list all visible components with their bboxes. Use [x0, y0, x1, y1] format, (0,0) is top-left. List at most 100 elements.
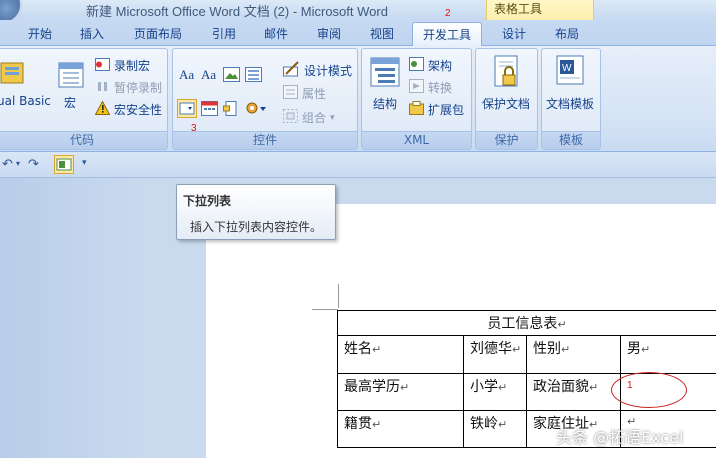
tab-references[interactable]: 引用 — [212, 25, 236, 42]
expansion-pack-icon — [409, 101, 424, 118]
document-template-icon: W — [556, 55, 586, 90]
lock-document-icon — [494, 55, 520, 92]
expansion-pack-button[interactable]: 扩展包 — [409, 101, 464, 118]
table-cell[interactable]: 政治面貌↵ — [526, 373, 621, 411]
tab-page-layout[interactable]: 页面布局 — [134, 25, 182, 42]
cell-text: 最高学历 — [344, 379, 400, 395]
transform-button[interactable]: 转换 — [409, 79, 452, 96]
schema-button[interactable]: 架构 — [409, 57, 452, 74]
margin-guide-vertical — [338, 284, 339, 308]
table-row: 姓名↵ 刘德华↵ 性别↵ 男↵ — [337, 335, 716, 374]
table-cell[interactable]: 姓名↵ — [337, 335, 464, 374]
visual-basic-button[interactable]: ual Basic — [0, 94, 51, 108]
group-label-code: 代码 — [0, 131, 167, 149]
rich-text-control-icon[interactable]: Aa — [179, 67, 194, 83]
tooltip: 下拉列表 插入下拉列表内容控件。 — [176, 184, 336, 240]
cell-text: 小学 — [470, 379, 498, 395]
table-cell[interactable]: 最高学历↵ — [337, 373, 464, 411]
group-label-protect: 保护 — [476, 131, 537, 149]
plain-text-control-icon[interactable]: Aa — [201, 67, 216, 83]
building-block-icon[interactable] — [245, 67, 262, 85]
group-button[interactable]: 组合 ▾ — [283, 109, 335, 126]
dropdown-list-control-icon[interactable] — [177, 99, 197, 121]
group-code: ual Basic 宏 录制宏 暂停录制 宏安全性 代码 — [0, 48, 168, 150]
table-cell[interactable]: 刘德华↵ — [463, 335, 527, 374]
title-bar: 新建 Microsoft Office Word 文档 (2) - Micros… — [0, 0, 716, 24]
redo-icon[interactable]: ↷ — [28, 157, 39, 172]
schema-label: 架构 — [428, 59, 453, 73]
cell-text: 铁岭 — [470, 416, 498, 432]
quick-access-toolbar: ↶ ▾ ↷ ▾ — [0, 152, 716, 178]
table-caption[interactable]: 员工信息表↵ — [336, 310, 716, 336]
watermark: 头条 @拓语Excel — [556, 428, 684, 447]
transform-icon — [409, 79, 424, 96]
pause-recording-label: 暂停录制 — [114, 81, 163, 95]
cell-text: 政治面貌 — [533, 379, 589, 395]
tab-review[interactable]: 审阅 — [317, 25, 341, 42]
group-label-xml: XML — [362, 131, 471, 149]
undo-icon[interactable]: ↶ — [2, 157, 13, 172]
structure-button[interactable]: 结构 — [373, 95, 397, 112]
properties-label: 属性 — [302, 87, 327, 101]
custom-qat-control-icon[interactable] — [54, 155, 74, 177]
legacy-forms-dropdown-icon[interactable] — [245, 101, 267, 119]
tab-developer[interactable]: 开发工具 — [412, 22, 483, 47]
group-protect: 保护文档 保护 — [475, 48, 538, 150]
table-cell[interactable]: 铁岭↵ — [463, 410, 527, 448]
margin-guide-horizontal — [312, 309, 338, 310]
annotation-marker-2: 2 — [445, 8, 451, 19]
table-cell[interactable]: 性别↵ — [526, 335, 621, 374]
tooltip-title: 下拉列表 — [183, 194, 232, 208]
macros-icon — [57, 61, 85, 92]
group-templates: W 文档模板 模板 — [541, 48, 601, 150]
window-title: 新建 Microsoft Office Word 文档 (2) - Micros… — [86, 4, 388, 19]
schema-icon — [409, 57, 424, 74]
protect-document-button[interactable]: 保护文档 — [482, 95, 530, 112]
cell-text: 刘德华 — [470, 341, 512, 357]
table-cell[interactable]: 男↵ — [619, 335, 716, 374]
legacy-tools-icon[interactable] — [223, 101, 240, 119]
macro-security-label: 宏安全性 — [114, 103, 163, 117]
ribbon-tabs: 开始 插入 页面布局 引用 邮件 审阅 视图 开发工具 设计 布局 — [0, 20, 716, 47]
table-cell[interactable]: 小学↵ — [463, 373, 527, 411]
design-mode-icon — [283, 61, 300, 80]
table-cell[interactable]: 籍贯↵ — [337, 410, 464, 448]
group-controls: Aa Aa 3 设计模式 属性 组合 ▾ 控件 — [172, 48, 358, 150]
group-label-templates: 模板 — [542, 131, 600, 149]
picture-control-icon[interactable] — [223, 67, 240, 85]
design-mode-button[interactable]: 设计模式 — [283, 61, 352, 80]
cell-text: 姓名 — [344, 341, 372, 357]
design-mode-label: 设计模式 — [304, 64, 353, 78]
group-label: 组合 — [302, 111, 327, 125]
chevron-down-icon: ▾ — [330, 112, 335, 123]
tab-table-layout[interactable]: 布局 — [555, 25, 579, 42]
group-icon — [283, 109, 298, 126]
table-caption-row: 员工信息表↵ — [336, 310, 716, 336]
group-xml: 结构 架构 转换 扩展包 XML — [361, 48, 472, 150]
visual-basic-icon — [0, 59, 25, 90]
tab-table-design[interactable]: 设计 — [502, 25, 526, 42]
record-macro-icon — [95, 57, 110, 74]
tab-mailings[interactable]: 邮件 — [264, 25, 288, 42]
customize-qat-icon[interactable]: ▾ — [82, 158, 87, 168]
macro-security-button[interactable]: 宏安全性 — [94, 100, 163, 118]
pause-recording-button[interactable]: 暂停录制 — [95, 79, 162, 96]
expansion-pack-label: 扩展包 — [428, 103, 465, 117]
date-picker-icon[interactable] — [201, 101, 218, 119]
warning-icon — [94, 100, 111, 118]
record-macro-label: 录制宏 — [114, 59, 151, 73]
svg-text:W: W — [562, 63, 572, 74]
record-macro-button[interactable]: 录制宏 — [95, 57, 150, 74]
group-label-controls: 控件 — [173, 131, 357, 149]
macros-button[interactable]: 宏 — [64, 94, 76, 111]
cell-text: 籍贯 — [344, 416, 372, 432]
tab-home[interactable]: 开始 — [28, 25, 52, 42]
annotation-circle — [611, 372, 687, 408]
tab-insert[interactable]: 插入 — [80, 25, 104, 42]
document-template-button[interactable]: 文档模板 — [546, 95, 594, 112]
cell-text: 性别 — [533, 341, 561, 357]
undo-dropdown-icon[interactable]: ▾ — [16, 159, 20, 168]
transform-label: 转换 — [428, 81, 453, 95]
tab-view[interactable]: 视图 — [370, 25, 394, 42]
properties-button[interactable]: 属性 — [283, 85, 326, 102]
